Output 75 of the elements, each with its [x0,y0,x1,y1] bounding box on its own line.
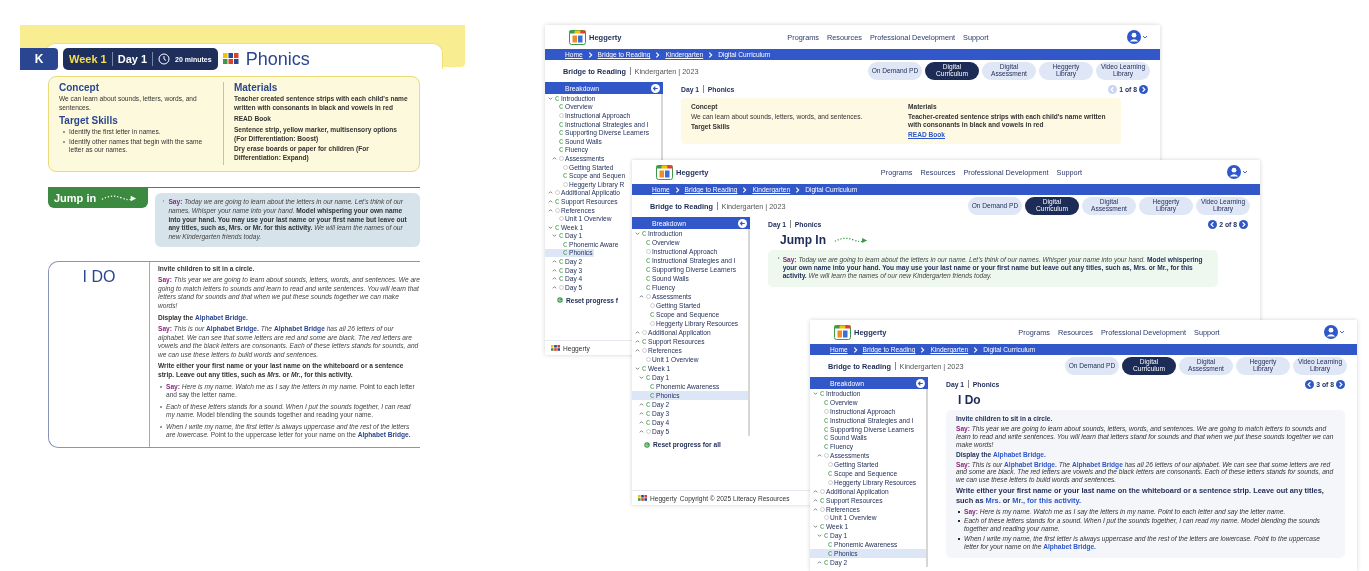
caret-icon[interactable] [635,231,640,236]
caret-icon[interactable] [639,402,644,407]
caret-icon[interactable] [552,155,557,161]
chevron-icon [655,51,661,58]
caret-icon[interactable] [548,95,553,101]
caret-icon[interactable] [817,559,822,565]
avatar-icon[interactable] [1324,325,1338,339]
chevron-down-icon[interactable] [1242,169,1248,175]
chevron-icon [674,186,680,193]
day-label: Day 1 [117,53,148,65]
logo-icon [551,345,560,351]
caret-icon[interactable] [639,375,644,380]
chevron-down-icon[interactable] [1339,329,1345,335]
chevron-icon [795,186,801,193]
chevron-icon [742,186,748,193]
next-button[interactable] [1139,84,1148,94]
previous-button[interactable] [1208,219,1218,229]
avatar-icon[interactable] [1227,165,1241,179]
concept-heading: Concept [59,82,100,93]
logo-icon [569,29,586,45]
caret-icon[interactable] [548,224,553,230]
caret-icon[interactable] [813,390,818,396]
grade-badge: K [20,48,58,70]
caret-icon[interactable] [639,420,644,425]
subject-title: Phonics [245,48,310,70]
caret-icon[interactable] [552,267,557,273]
caret-icon[interactable] [548,207,553,213]
chevron-down-icon[interactable] [1142,34,1148,40]
caret-icon[interactable] [639,429,644,434]
caret-icon[interactable] [552,259,557,265]
week-label: Week 1 [69,53,107,65]
logo-icon [834,324,851,340]
reset-icon [557,297,563,304]
caret-icon[interactable] [635,348,640,353]
caret-icon[interactable] [813,524,818,530]
avatar-icon[interactable] [1127,30,1141,44]
i-do-title: I DO [82,267,116,285]
caret-icon[interactable] [548,190,553,196]
previous-button[interactable] [1305,379,1315,389]
caret-icon[interactable] [813,497,818,503]
caret-icon[interactable] [817,453,822,459]
caret-icon[interactable] [548,198,553,204]
jump-in-title: Jump in [54,192,97,205]
blocks-icon [222,53,239,65]
clock-icon [158,53,171,65]
dotted-arrow-icon [834,235,868,245]
caret-icon[interactable] [639,411,644,416]
caret-icon[interactable] [635,339,640,344]
chevron-icon [920,346,926,353]
caret-icon[interactable] [813,506,818,512]
dotted-arrow-icon [101,193,138,203]
back-arrow-icon[interactable] [651,83,660,93]
caret-icon[interactable] [639,294,644,299]
caret-icon[interactable] [552,233,557,239]
chevron-icon [587,51,593,58]
back-arrow-icon[interactable] [738,218,747,228]
reset-icon [644,441,650,448]
logo-icon [656,164,673,180]
logo-icon [638,495,647,501]
caret-icon[interactable] [635,366,640,371]
next-button[interactable] [1336,379,1345,389]
chevron-icon [852,346,858,353]
back-arrow-icon[interactable] [916,378,925,388]
caret-icon[interactable] [813,488,818,494]
chevron-icon [973,346,979,353]
skills-heading: Target Skills [59,115,119,127]
chevron-icon [708,51,714,58]
section-heading: I Do [958,393,981,407]
materials-heading: Materials [233,82,279,93]
caret-icon[interactable] [552,284,557,290]
next-button[interactable] [1239,219,1248,229]
caret-icon[interactable] [635,330,640,335]
section-heading: Jump In [780,233,826,247]
caret-icon[interactable] [552,276,557,282]
caret-icon[interactable] [817,533,822,539]
